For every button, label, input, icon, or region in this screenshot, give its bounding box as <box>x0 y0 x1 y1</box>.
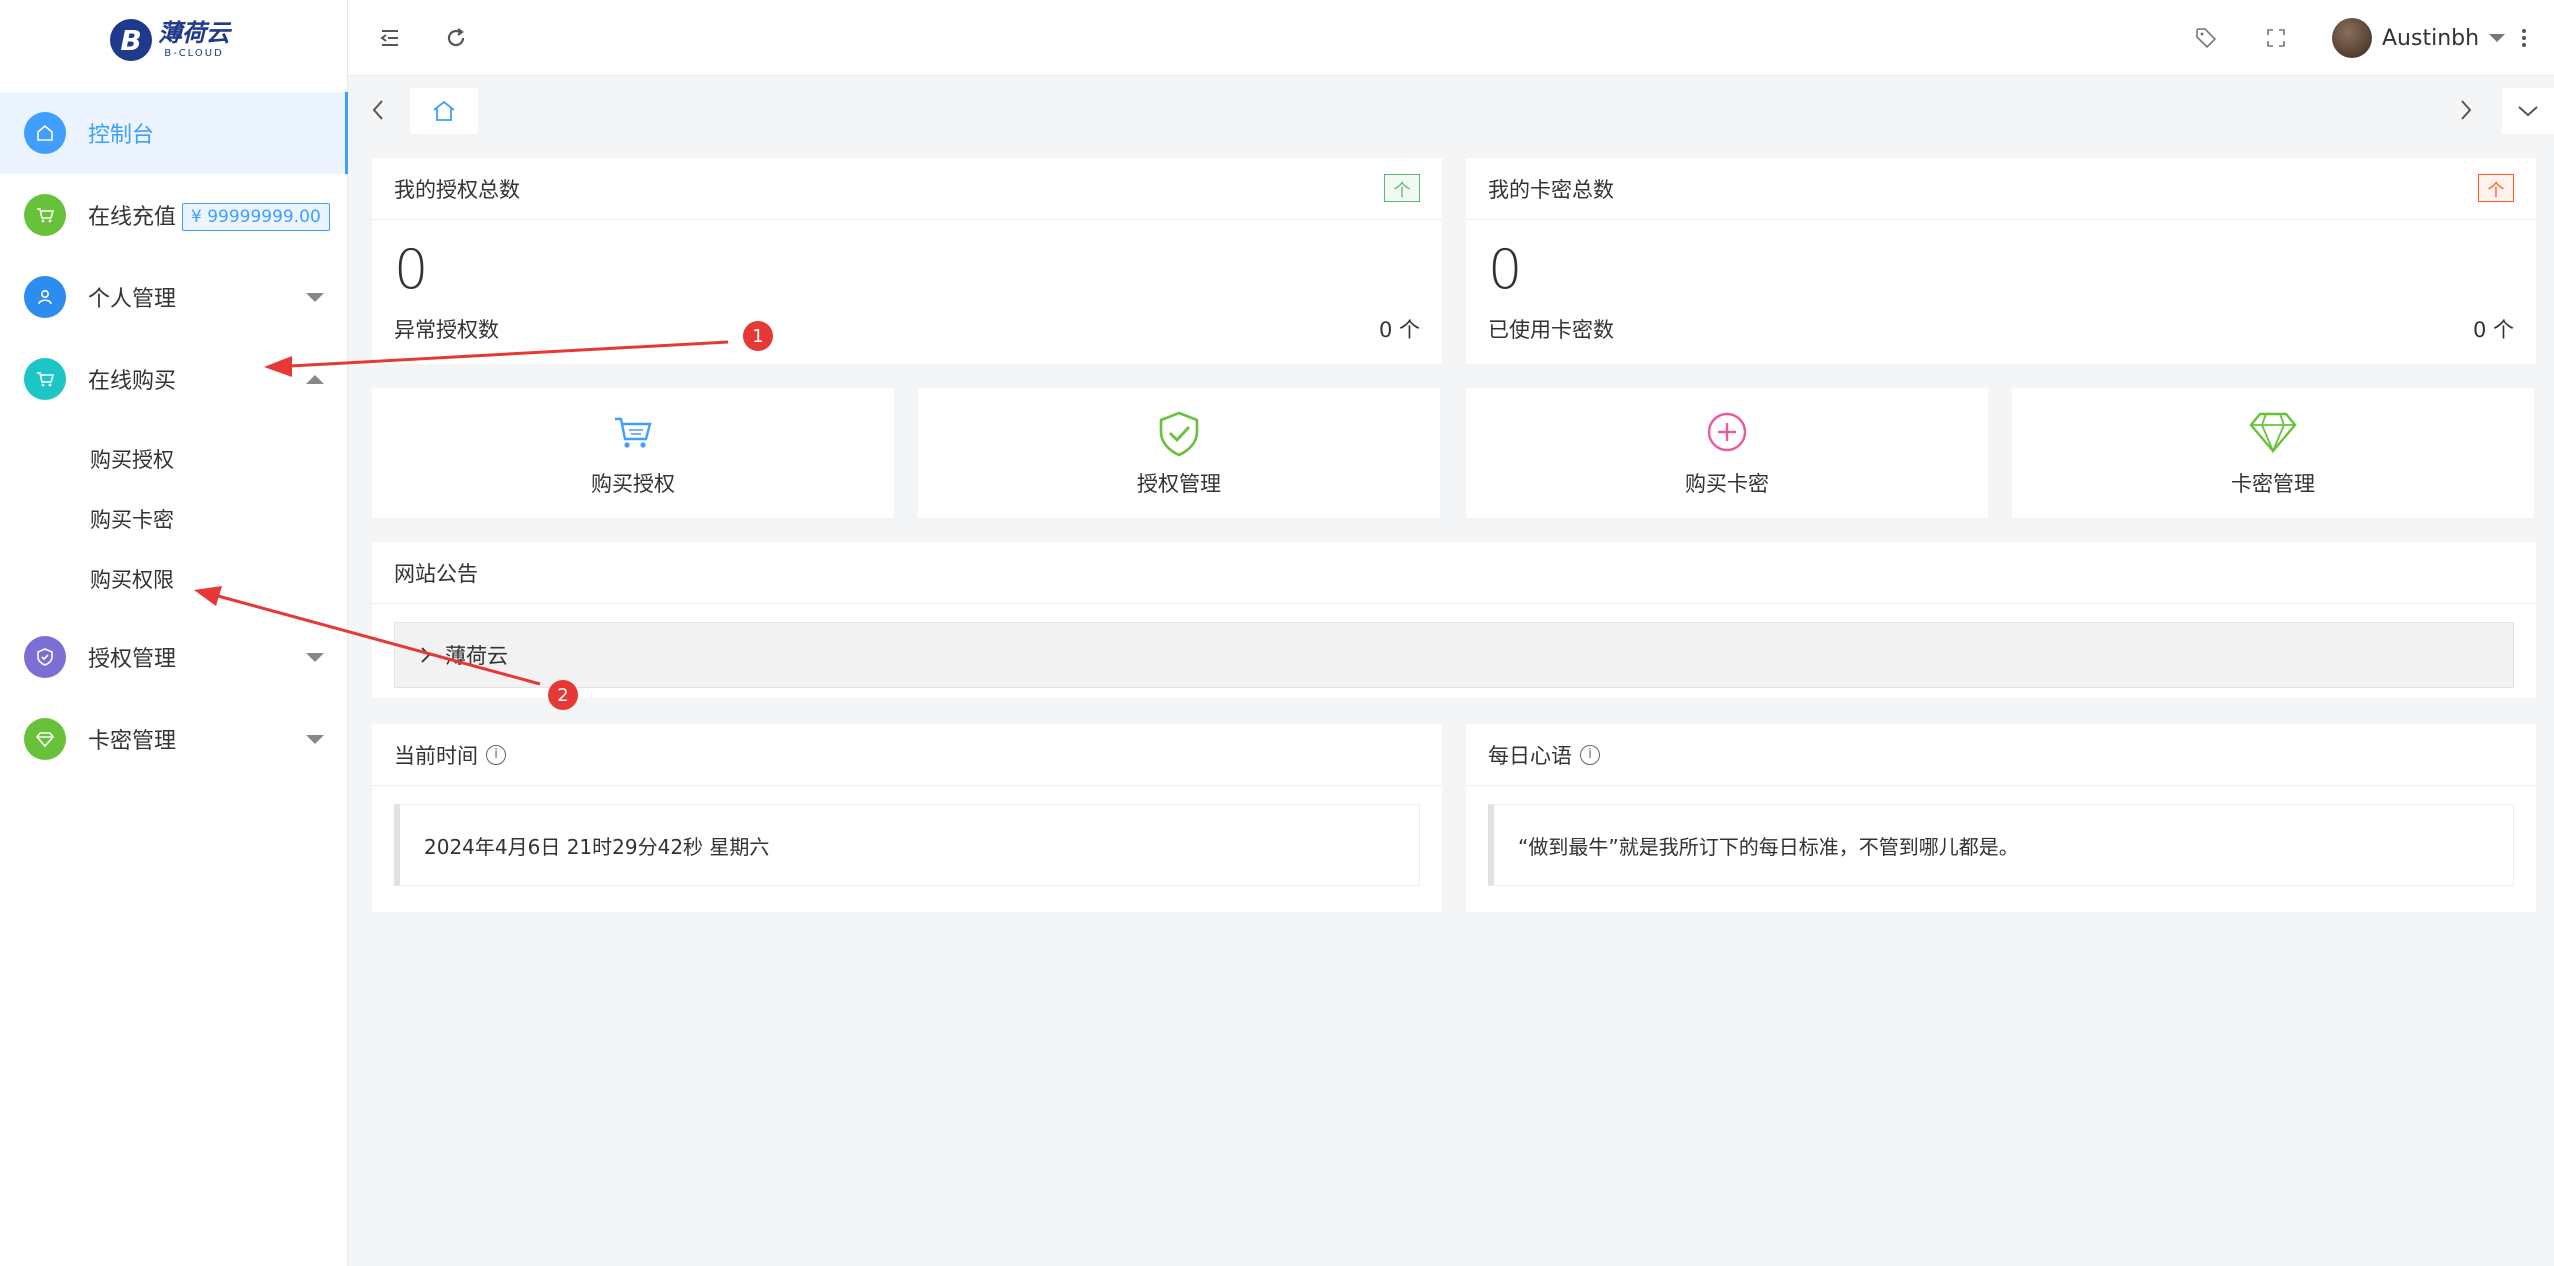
sidebar-item-label: 个人管理 <box>88 287 177 312</box>
logo-name: 薄荷云 <box>158 19 230 47</box>
quick-link-label: 卡密管理 <box>2231 472 2315 496</box>
chevron-up-icon <box>306 374 324 384</box>
tab-dropdown-button[interactable] <box>2502 88 2554 134</box>
logo-mark: B <box>110 19 152 61</box>
card-title: 当前时间 <box>394 743 478 768</box>
card-title: 我的卡密总数 <box>1488 177 1614 202</box>
sidebar-subitem-buy-permission[interactable]: 购买权限 <box>90 564 174 594</box>
tab-scroll-left-icon[interactable] <box>360 90 396 130</box>
quick-link-label: 购买卡密 <box>1685 472 1769 496</box>
annotation-marker-2: 2 <box>548 680 578 710</box>
plus-circle-icon <box>1707 412 1747 452</box>
sidebar-item-label: 在线购买 <box>88 369 177 394</box>
brand-logo[interactable]: B 薄荷云 B-CLOUD <box>110 14 230 66</box>
diamond-icon <box>2249 412 2297 454</box>
home-icon <box>24 112 66 154</box>
chevron-right-icon <box>421 647 431 663</box>
annotation-marker-1: 1 <box>743 321 773 351</box>
license-stat-card: 我的授权总数 个 0 异常授权数 0 个 <box>372 158 1442 364</box>
notice-item-label: 薄荷云 <box>445 644 508 668</box>
quick-link-card-management[interactable]: 卡密管理 <box>2012 388 2534 518</box>
quick-link-license-management[interactable]: 授权管理 <box>918 388 1440 518</box>
sidebar: B 薄荷云 B-CLOUD 控制台 在线充值 ¥ 99999999.00 个人管… <box>0 0 348 1266</box>
abnormal-license-value: 0 个 <box>1378 318 1420 342</box>
info-icon[interactable]: i <box>486 744 506 765</box>
used-card-label: 已使用卡密数 <box>1488 318 1614 342</box>
shield-icon <box>24 636 66 678</box>
sidebar-item-label: 卡密管理 <box>88 729 177 754</box>
sidebar-item-card-management[interactable]: 卡密管理 <box>0 698 348 780</box>
chevron-down-icon <box>306 292 324 302</box>
balance-badge: ¥ 99999999.00 <box>182 203 330 231</box>
sidebar-item-purchase[interactable]: 在线购买 <box>0 338 348 420</box>
license-total-value: 0 <box>394 238 429 301</box>
info-icon[interactable]: i <box>1580 744 1600 765</box>
more-vertical-icon[interactable] <box>2506 20 2542 56</box>
fullscreen-icon[interactable] <box>2258 20 2294 56</box>
home-icon <box>433 100 455 121</box>
sidebar-item-label: 在线充值 <box>88 205 177 230</box>
logo-subname: B-CLOUD <box>164 48 224 59</box>
refresh-icon[interactable] <box>438 20 474 56</box>
tabs-bar <box>348 76 2554 148</box>
sidebar-subitem-buy-card[interactable]: 购买卡密 <box>90 504 174 534</box>
shield-check-icon <box>1159 411 1199 457</box>
notice-card: 网站公告 薄荷云 <box>372 542 2536 698</box>
card-title: 网站公告 <box>394 561 478 586</box>
username: Austinbh <box>2382 25 2480 51</box>
quick-link-label: 购买授权 <box>591 472 675 496</box>
quick-link-label: 授权管理 <box>1137 472 1221 496</box>
quick-link-buy-license[interactable]: 购买授权 <box>372 388 894 518</box>
used-card-value: 0 个 <box>2472 318 2514 342</box>
tab-scroll-right-icon[interactable] <box>2448 90 2484 130</box>
card-title: 我的授权总数 <box>394 177 520 202</box>
notice-item[interactable]: 薄荷云 <box>394 622 2514 688</box>
sidebar-item-label: 授权管理 <box>88 647 177 672</box>
tab-home[interactable] <box>410 88 478 134</box>
user-menu[interactable]: Austinbh <box>2332 18 2506 58</box>
card-stat-card: 我的卡密总数 个 0 已使用卡密数 0 个 <box>1466 158 2536 364</box>
current-time-value: 2024年4月6日 21时29分42秒 星期六 <box>394 804 1420 886</box>
chevron-down-icon <box>2489 34 2506 42</box>
sidebar-subitem-buy-license[interactable]: 购买授权 <box>90 444 174 474</box>
count-badge: 个 <box>1384 174 1420 202</box>
avatar <box>2332 18 2372 58</box>
menu-collapse-icon[interactable] <box>372 20 408 56</box>
daily-quote-card: 每日心语 i “做到最牛”就是我所订下的每日标准，不管到哪儿都是。 <box>1466 724 2536 912</box>
sidebar-item-recharge[interactable]: 在线充值 ¥ 99999999.00 <box>0 174 348 256</box>
count-badge: 个 <box>2478 174 2514 202</box>
tag-icon[interactable] <box>2188 20 2224 56</box>
sidebar-item-dashboard[interactable]: 控制台 <box>0 92 348 174</box>
card-title: 每日心语 <box>1488 743 1572 768</box>
time-card: 当前时间 i 2024年4月6日 21时29分42秒 星期六 <box>372 724 1442 912</box>
top-bar: Austinbh <box>348 0 2554 76</box>
diamond-icon <box>24 718 66 760</box>
chevron-down-icon <box>2518 106 2538 117</box>
quick-link-buy-card[interactable]: 购买卡密 <box>1466 388 1988 518</box>
sidebar-item-license-management[interactable]: 授权管理 <box>0 616 348 698</box>
abnormal-license-label: 异常授权数 <box>394 318 499 342</box>
cart-icon <box>24 194 66 236</box>
cart-icon <box>24 358 66 400</box>
chevron-down-icon <box>306 652 324 662</box>
card-total-value: 0 <box>1488 238 1523 301</box>
chevron-down-icon <box>306 734 324 744</box>
sidebar-item-label: 控制台 <box>88 123 155 148</box>
daily-quote-value: “做到最牛”就是我所订下的每日标准，不管到哪儿都是。 <box>1488 804 2514 886</box>
cart-icon <box>615 417 652 448</box>
sidebar-item-personal[interactable]: 个人管理 <box>0 256 348 338</box>
user-icon <box>24 276 66 318</box>
